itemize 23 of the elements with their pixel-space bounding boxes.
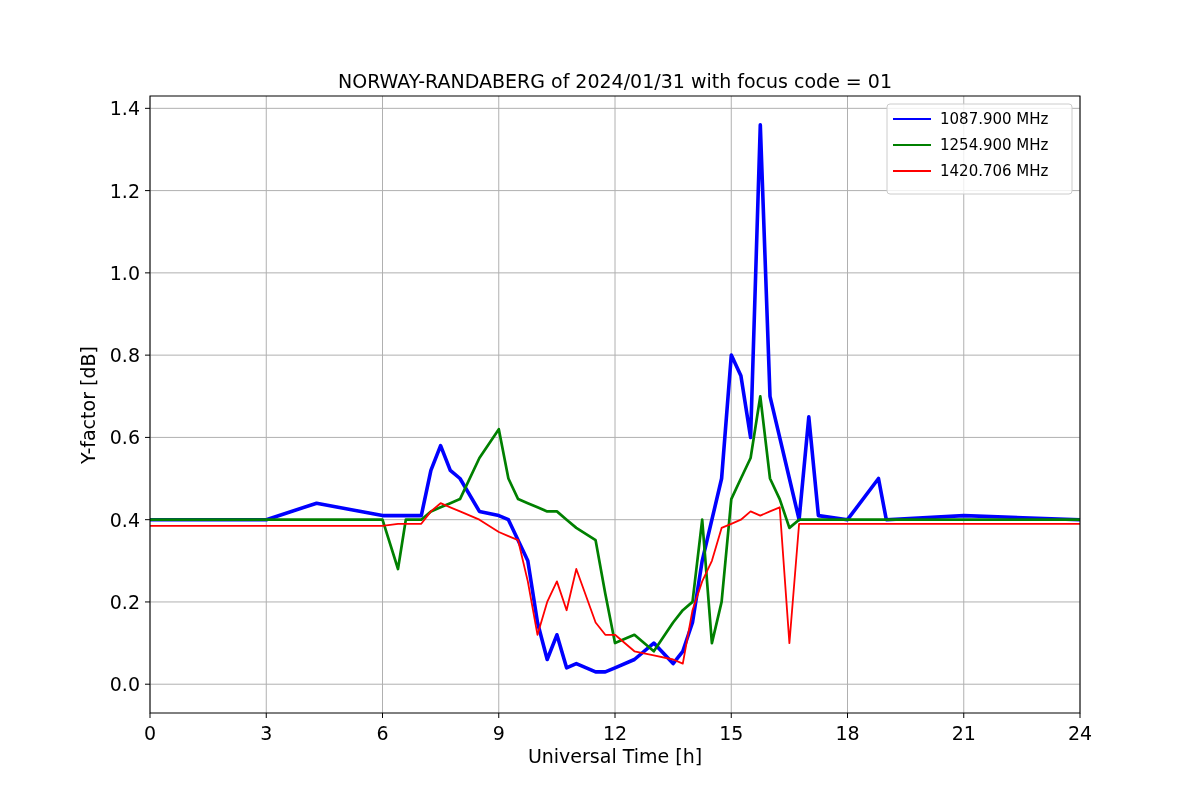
legend-label: 1087.900 MHz	[940, 110, 1049, 128]
y-tick-label: 0.2	[109, 590, 140, 613]
x-tick-label: 6	[376, 722, 389, 744]
y-tick-label: 1.2	[109, 179, 140, 202]
y-tick-label: 1.4	[109, 97, 140, 120]
y-tick-label: 0.6	[109, 426, 140, 449]
x-tick-label: 18	[835, 722, 860, 744]
x-tick-label: 3	[260, 722, 273, 744]
y-axis-label: Y-factor [dB]	[77, 346, 99, 464]
x-tick-label: 9	[492, 722, 505, 744]
x-tick-label: 12	[602, 722, 628, 744]
legend-label: 1254.900 MHz	[940, 136, 1049, 154]
chart-title: NORWAY-RANDABERG of 2024/01/31 with focus code = 01	[338, 70, 892, 92]
x-tick-label: 24	[1067, 722, 1093, 744]
y-tick-label: 0.8	[109, 344, 140, 367]
y-tick-label: 0.4	[109, 508, 140, 531]
x-tick-label: 0	[143, 722, 157, 744]
y-tick-label: 1.0	[109, 261, 140, 284]
x-tick-label: 21	[951, 722, 976, 744]
legend-label: 1420.706 MHz	[940, 162, 1049, 180]
x-tick-label: 15	[719, 722, 744, 744]
x-axis-label: Universal Time [h]	[527, 745, 703, 767]
y-tick-label: 0.0	[109, 673, 140, 696]
